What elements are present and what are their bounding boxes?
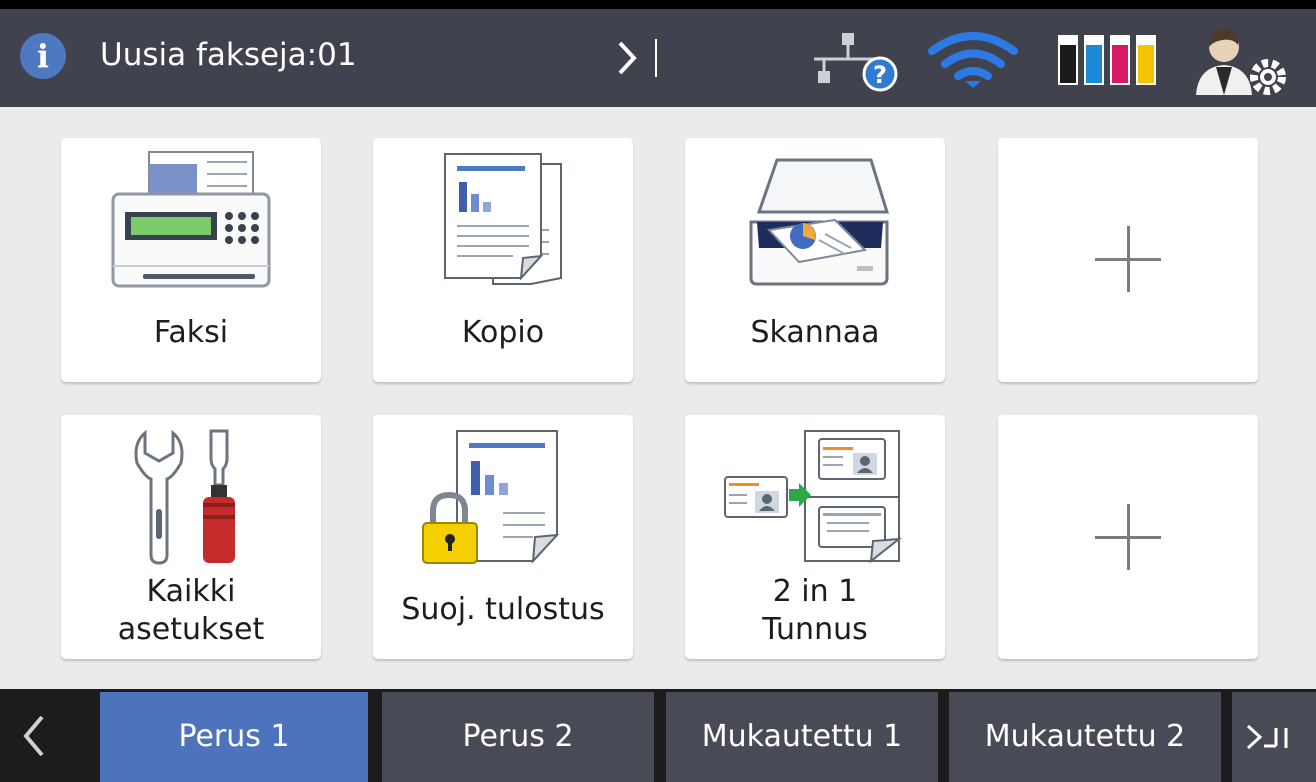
tile-label: 2 in 1 Tunnus <box>762 574 868 647</box>
new-fax-notification[interactable]: Uusia fakseja:01 <box>100 35 357 75</box>
id-copy-tile[interactable]: 2 in 1 Tunnus <box>685 415 945 659</box>
fax-icon <box>111 151 271 288</box>
tools-icon <box>134 429 235 565</box>
chevron-left-icon[interactable] <box>18 713 48 759</box>
info-icon[interactable]: i <box>20 33 66 79</box>
svg-text:?: ? <box>873 61 887 89</box>
copy-tile[interactable]: Kopio <box>373 138 633 382</box>
tab-next-partial[interactable] <box>1232 692 1316 782</box>
tab-perus-2[interactable]: Perus 2 <box>382 692 654 782</box>
all-settings-tile[interactable]: Kaikki asetukset <box>61 415 321 659</box>
chevron-right-icon[interactable] <box>608 35 664 81</box>
scan-icon <box>749 158 890 286</box>
admin-settings-icon[interactable] <box>1190 25 1294 97</box>
tab-perus-1[interactable]: Perus 1 <box>100 692 368 782</box>
fax-tile[interactable]: Faksi <box>61 138 321 382</box>
copy-icon <box>444 153 562 285</box>
secure-print-tile[interactable]: Suoj. tulostus <box>373 415 633 659</box>
status-header: i Uusia fakseja:01 ? <box>0 9 1316 107</box>
plus-icon <box>1095 226 1161 292</box>
tab-mukautettu-2[interactable]: Mukautettu 2 <box>949 692 1221 782</box>
secure-print-icon <box>422 430 560 564</box>
wifi-icon[interactable] <box>928 31 1018 89</box>
add-shortcut-button[interactable] <box>998 415 1258 659</box>
tab-bar: Perus 1 Perus 2 Mukautettu 1 Mukautettu … <box>0 689 1316 782</box>
next-arrow-icon <box>1246 724 1288 750</box>
plus-icon <box>1095 504 1161 570</box>
top-band <box>0 0 1316 9</box>
tab-mukautettu-1[interactable]: Mukautettu 1 <box>666 692 938 782</box>
ink-levels-icon[interactable] <box>1056 33 1160 87</box>
tile-label: Suoj. tulostus <box>401 592 605 627</box>
wired-lan-unknown-icon[interactable]: ? <box>808 31 904 93</box>
scan-tile[interactable]: Skannaa <box>685 138 945 382</box>
tile-label: Kaikki asetukset <box>117 574 265 647</box>
tile-label: Skannaa <box>750 315 880 350</box>
add-shortcut-button[interactable] <box>998 138 1258 382</box>
id-copy-icon <box>724 430 903 564</box>
tile-label: Faksi <box>153 315 229 350</box>
tile-label: Kopio <box>461 315 545 350</box>
